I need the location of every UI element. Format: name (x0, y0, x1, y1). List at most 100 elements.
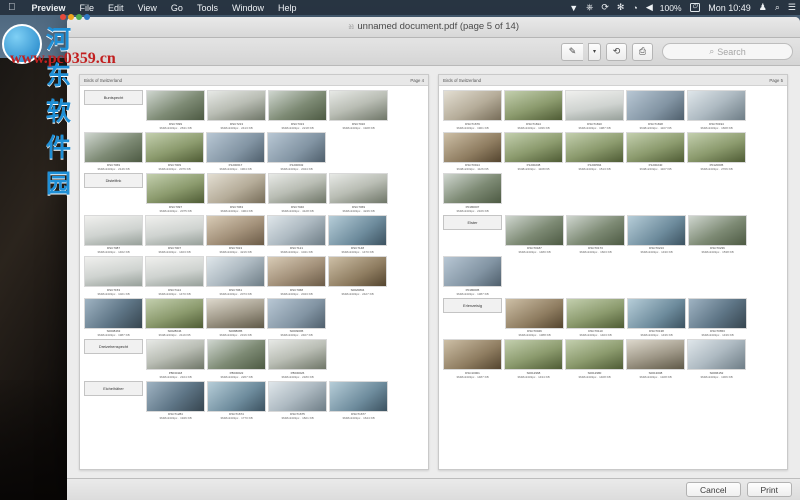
search-placeholder: Search (717, 46, 746, 57)
thumbnail-item[interactable]: DSC7313 3648x2432px · 2218 KB (268, 90, 327, 130)
thumbnail-item[interactable]: DSC7153 3648x2432px · 1021 KB (84, 256, 143, 296)
print-button[interactable]: Print (746, 482, 792, 497)
airplay-icon[interactable]: ⎈ (582, 2, 597, 13)
thumbnail-item[interactable]: DSC7069 3648x2432px · 2146 KB (84, 131, 143, 171)
thumbnail-item[interactable]: S0020804 3648x2432px · 2427 KB (328, 256, 387, 296)
spotlight-search-icon[interactable]: ⌕ (771, 2, 784, 13)
thumbnail-item[interactable]: DSC70187 3648x2432px · 1480 KB (505, 214, 564, 254)
thumbnail-item[interactable]: S0013008 3648x2432px · 1328 KB (626, 339, 685, 379)
menu-item-view[interactable]: View (131, 3, 164, 13)
thumbnail-metadata: 3648x2432px · 2146 KB (97, 167, 130, 171)
thumbnail-item[interactable]: P1200240 3648x2432px · 1107 KB (626, 131, 685, 171)
thumbnail-item[interactable]: DSC71677 3648x2432px · 1644 KB (329, 380, 388, 420)
thumbnail-item[interactable]: DSC70110 3648x2432px · 1403 KB (566, 297, 625, 337)
menu-item-file[interactable]: File (73, 3, 102, 13)
thumbnail-item[interactable]: DSC7069 3648x2432px · 4246 KB (329, 173, 388, 213)
markup-menu-chevron-down-icon[interactable]: ▾ (588, 42, 601, 61)
battery-percent-label[interactable]: 100% (657, 3, 685, 13)
thumbnail-item[interactable]: S0012968 3648x2432px · 1434 KB (504, 339, 563, 379)
thumbnail-item[interactable]: DSC7121 3648x2432px · 1041 KB (267, 214, 326, 254)
thumbnail-item[interactable]: DSC70138 3648x2432px · 1436 KB (627, 297, 686, 337)
thumbnail-item[interactable]: DSC70653 3648x2432px · 1439 KB (688, 297, 747, 337)
battery-icon[interactable]: ⏻ (685, 3, 705, 12)
thumbnail-item[interactable]: DSC7009 3648x2432px · 2076 KB (145, 131, 204, 171)
menu-item-preview[interactable]: Preview (25, 3, 73, 13)
thumbnail-item[interactable]: DSC7087 3648x2432px · 1462 KB (84, 214, 143, 254)
bluetooth-icon[interactable]: ✻ (613, 2, 629, 13)
thumbnail-item[interactable]: S0012980 3648x2432px · 1408 KB (565, 339, 624, 379)
thumbnail-item[interactable]: P1200632 3648x2432px · 2044 KB (267, 131, 326, 171)
thumbnail-item[interactable]: DSC70236 3648x2432px · 1538 KB (688, 214, 747, 254)
thumbnail-item[interactable]: DSC7114 3648x2432px · 1470 KB (145, 256, 204, 296)
thumbnail-image (627, 214, 686, 246)
thumbnail-item[interactable]: DSC7148 3648x2432px · 1470 KB (328, 214, 387, 254)
thumbnail-item[interactable]: DSC7016 3648x2432px · 1928 KB (329, 90, 388, 130)
volume-icon[interactable]: ◀ (642, 2, 657, 13)
thumbnail-item[interactable]: DSC10001 3648x2432px · 1487 KB (443, 339, 502, 379)
preview-page-right[interactable]: Birds of Switzerland Page 5 DSC71679 3648… (438, 74, 788, 470)
thumbnail-item[interactable]: P1200238 3648x2432px · 1108 KB (504, 131, 563, 171)
thumbnail-item[interactable]: DSC71674 3648x2432px · 1770 KB (207, 380, 266, 420)
thumbnail-item[interactable]: P8030026 3648x2432px · 2180 KB (268, 339, 327, 379)
thumbnail-item[interactable]: S0009095 3648x2432px · 2407 KB (267, 297, 326, 337)
thumbnail-item[interactable]: DSC71679 3648x2432px · 1901 KB (443, 90, 502, 130)
menu-item-help[interactable]: Help (271, 3, 304, 13)
thumbnail-item[interactable]: S0088085 3648x2432px · 2316 KB (206, 297, 265, 337)
thumbnail-caption: DSC71679 3648x2432px · 1901 KB (443, 122, 502, 130)
thumbnail-item[interactable]: P0180007 3648x2432px · 2106 KB (443, 173, 502, 213)
thumbnail-item[interactable]: DSC7099 3648x2432px · 2631 KB (146, 90, 205, 130)
menu-item-go[interactable]: Go (164, 3, 190, 13)
page-number-label-left: Page 4 (410, 77, 424, 83)
notification-center-icon[interactable]: ☰ (784, 2, 800, 13)
thumbnail-item[interactable]: DSC70046 3648x2432px · 1388 KB (505, 297, 564, 337)
markup-button[interactable]: ✎ (561, 42, 583, 61)
thumbnail-caption: S0012980 3648x2432px · 1408 KB (565, 371, 624, 379)
thumbnail-item[interactable]: DSC7063 3648x2432px · 1904 KB (207, 173, 266, 213)
thumbnail-item[interactable]: DSC7068 3648x2432px · 2043 KB (267, 256, 326, 296)
thumbnail-item[interactable]: P8030118 3648x2432px · 2104 KB (146, 339, 205, 379)
menu-item-edit[interactable]: Edit (101, 3, 131, 13)
menu-item-window[interactable]: Window (225, 3, 271, 13)
thumbnail-item[interactable]: DSC71814 3648x2432px · 1036 KB (504, 90, 563, 130)
thumbnail-item[interactable]: P0180005 3648x2432px · 1387 KB (443, 256, 502, 296)
page-header-title-right: Birds of Switzerland (443, 77, 481, 83)
thumbnail-item[interactable]: DSC7213 3648x2432px · 2413 KB (207, 90, 266, 130)
menu-item-tools[interactable]: Tools (190, 3, 225, 13)
thumbnail-item[interactable]: DSC71675 3648x2432px · 1821 KB (268, 380, 327, 420)
thumbnail-item[interactable]: DSC70213 3648x2432px · 1430 KB (627, 214, 686, 254)
thumbnail-item[interactable]: DSC7040 3648x2432px · 4128 KB (268, 173, 327, 213)
thumbnail-item[interactable]: DSC71284 3648x2432px · 1946 KB (146, 380, 205, 420)
dropbox-icon[interactable]: ▼ (565, 3, 582, 13)
share-button[interactable]: ⎙ (632, 42, 653, 61)
thumbnail-image (687, 90, 746, 121)
thumbnail-caption: DSC70213 3648x2432px · 1430 KB (627, 246, 686, 254)
thumbnail-item[interactable]: DSC70173 3648x2432px · 1603 KB (566, 214, 625, 254)
cancel-button[interactable]: Cancel (686, 482, 741, 497)
thumbnail-item[interactable]: DSC70914 3648x2432px · 1126 KB (443, 131, 502, 171)
thumbnail-item[interactable]: S0096152 3648x2432px · 1306 KB (687, 339, 746, 379)
user-icon[interactable]: ♟ (755, 2, 771, 13)
thumbnail-image (688, 297, 747, 329)
thumbnail-item[interactable]: P0120005 3648x2432px · 2706 KB (687, 131, 746, 171)
apple-icon[interactable]:  (0, 2, 25, 13)
thumbnail-item[interactable]: DSC7097 3648x2432px · 2075 KB (146, 173, 205, 213)
thumbnail-item[interactable]: P8030022 3648x2432px · 2267 KB (207, 339, 266, 379)
thumbnail-item[interactable]: DSC70194 3648x2432px · 1668 KB (687, 90, 746, 130)
thumbnail-item[interactable]: P1200617 3648x2432px · 1964 KB (206, 131, 265, 171)
print-dialog-window: ⎂ unnamed document.pdf (page 5 of 14) ✎ ▾… (67, 17, 800, 500)
clock-label[interactable]: Mon 10:49 (704, 3, 755, 13)
search-field[interactable]: ⌕ Search (662, 43, 793, 60)
wifi-icon[interactable]: ◔ (628, 3, 641, 13)
thumbnail-item[interactable]: S0008463 3648x2432px · 1987 KB (84, 297, 143, 337)
thumbnail-item[interactable]: DSC7007 3648x2432px · 1403 KB (145, 214, 204, 254)
window-title-bar[interactable]: ⎂ unnamed document.pdf (page 5 of 14) (67, 17, 800, 38)
thumbnail-item[interactable]: P1200594 3648x2432px · 1513 KB (565, 131, 624, 171)
thumbnail-item[interactable]: DSC7061 3648x2432px · 2073 KB (206, 256, 265, 296)
thumbnail-item[interactable]: S0028046 3648x2432px · 2119 KB (145, 297, 204, 337)
thumbnail-item[interactable]: DSC7013 3648x2432px · 4216 KB (206, 214, 265, 254)
time-machine-icon[interactable]: ⟳ (597, 2, 613, 13)
preview-page-left[interactable]: Birds of Switzerland Page 4 Buntspecht DS… (79, 74, 429, 470)
thumbnail-item[interactable]: DSC71818 3648x2432px · 1107 KB (626, 90, 685, 130)
thumbnail-item[interactable]: DSC71810 3648x2432px · 1987 KB (565, 90, 624, 130)
rotate-button[interactable]: ⟲ (606, 42, 627, 61)
